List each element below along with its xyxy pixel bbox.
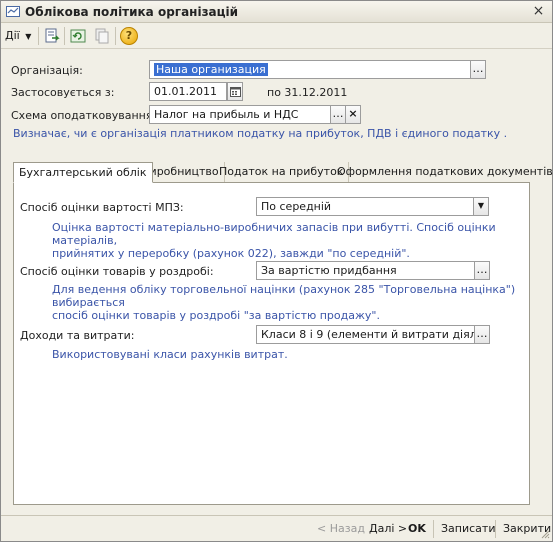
mpz-hint-line: прийнятих у переробку (рахунок 022), зав… (52, 247, 410, 260)
footer-separator (495, 520, 496, 538)
actions-menu-button[interactable]: Дії ▼ (5, 26, 35, 46)
income-select-button[interactable]: … (474, 325, 490, 344)
income-hint: Використовувані класи рахунків витрат. (52, 348, 288, 361)
organization-field[interactable]: Наша организация (149, 60, 471, 79)
applies-from-label: Застосовується з: (11, 86, 115, 99)
help-glyph: ? (125, 29, 133, 42)
retail-value: За вартістю придбання (261, 264, 397, 277)
calendar-icon (229, 87, 241, 97)
income-hint-line: Використовувані класи рахунків витрат. (52, 348, 288, 361)
tab-panel-accounting: Спосіб оцінки вартості МПЗ: По середній … (13, 182, 530, 505)
dialog-window: Облікова політика організацій × Дії ▼ ? (0, 0, 553, 542)
tab-profit-tax[interactable]: Податок на прибуток (214, 162, 350, 182)
income-label: Доходи та витрати: (20, 329, 135, 342)
window-title: Облікова політика організацій (25, 5, 239, 19)
next-button[interactable]: Далі > (369, 521, 407, 537)
clear-icon[interactable]: × (345, 105, 361, 124)
toolbar: Дії ▼ ? (1, 23, 552, 49)
back-button[interactable]: < Назад (317, 521, 365, 537)
mpz-hint-line: Оцінка вартості матеріально-виробничих з… (52, 221, 496, 247)
applies-to-text: по 31.12.2011 (267, 86, 348, 99)
footer-separator (433, 520, 434, 538)
retail-label: Спосіб оцінки товарів у роздробі: (20, 265, 214, 278)
toolbar-separator (38, 27, 39, 45)
income-value: Класи 8 і 9 (елементи й витрати діяльнос… (261, 328, 474, 341)
resize-grip-icon[interactable] (540, 529, 550, 539)
chevron-down-icon[interactable]: ▼ (473, 197, 489, 216)
tax-scheme-value: Налог на прибыль и НДС (154, 108, 299, 121)
toolbar-separator (115, 27, 116, 45)
retail-select-button[interactable]: … (474, 261, 490, 280)
organization-label: Організація: (11, 64, 83, 77)
organization-select-button[interactable]: … (470, 60, 486, 79)
form-icon (6, 6, 20, 17)
tab-accounting[interactable]: Бухгалтерський облік (13, 162, 153, 183)
retail-field[interactable]: За вартістю придбання (256, 261, 475, 280)
chevron-down-icon: ▼ (25, 32, 32, 41)
income-field[interactable]: Класи 8 і 9 (елементи й витрати діяльнос… (256, 325, 475, 344)
bottom-bar: < Назад Далі > OK Записати Закрити (1, 515, 552, 541)
tax-scheme-label: Схема оподатковування: (11, 109, 157, 122)
save-button[interactable]: Записати (441, 521, 495, 537)
mpz-hint: Оцінка вартості матеріально-виробничих з… (52, 221, 529, 260)
tax-scheme-select-button[interactable]: … (330, 105, 346, 124)
close-icon[interactable]: × (531, 4, 546, 19)
copy-icon[interactable] (93, 27, 111, 45)
mpz-value: По середній (261, 200, 332, 213)
tab-bar: Бухгалтерський облік Виробництво Податок… (13, 162, 553, 183)
applies-from-date-field[interactable]: 01.01.2011 (149, 82, 227, 101)
ok-button[interactable]: OK (408, 521, 426, 537)
actions-label: Дії (5, 29, 20, 42)
tab-tax-documents[interactable]: Оформлення податкових документів (332, 162, 553, 182)
calendar-button[interactable] (227, 82, 243, 101)
mpz-label: Спосіб оцінки вартості МПЗ: (20, 201, 184, 214)
mpz-select[interactable]: По середній (256, 197, 488, 216)
retail-hint: Для ведення обліку торговельної націнки … (52, 283, 529, 322)
organization-value: Наша организация (154, 63, 268, 76)
retail-hint-line: Для ведення обліку торговельної націнки … (52, 283, 516, 309)
applies-from-value: 01.01.2011 (154, 85, 217, 98)
title-bar[interactable]: Облікова політика організацій × (1, 1, 552, 23)
help-icon[interactable]: ? (120, 27, 138, 45)
tax-scheme-hint: Визначає, чи є організація платником под… (13, 127, 508, 140)
toolbar-separator (64, 27, 65, 45)
tax-scheme-field[interactable]: Налог на прибыль и НДС (149, 105, 331, 124)
refresh-icon[interactable] (69, 27, 87, 45)
post-document-icon[interactable] (43, 27, 61, 45)
retail-hint-line: спосіб оцінки товарів у роздробі "за вар… (52, 309, 380, 322)
